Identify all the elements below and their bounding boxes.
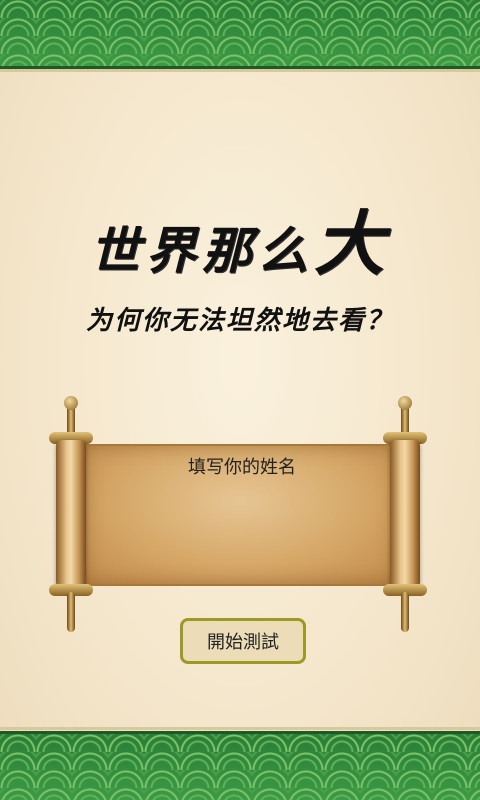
top-decorative-band <box>0 0 480 72</box>
scroll-icon <box>48 396 436 636</box>
scroll-knob-top-right <box>398 396 412 410</box>
name-input[interactable] <box>48 456 436 479</box>
page-background: 世界那么大 为何你无法坦然地去看？ 開始測試 <box>0 0 480 800</box>
title-main: 世界那么 <box>90 221 314 280</box>
scroll-finial-bottom-left <box>67 592 75 632</box>
scroll-finial-bottom-right <box>401 592 409 632</box>
title-emphasis: 大 <box>314 202 390 285</box>
scroll-knob-top-left <box>64 396 78 410</box>
page-title: 世界那么大 <box>0 188 480 289</box>
start-test-button[interactable]: 開始測試 <box>180 618 306 664</box>
bottom-decorative-band <box>0 727 480 800</box>
page-subtitle: 为何你无法坦然地去看？ <box>85 306 394 336</box>
